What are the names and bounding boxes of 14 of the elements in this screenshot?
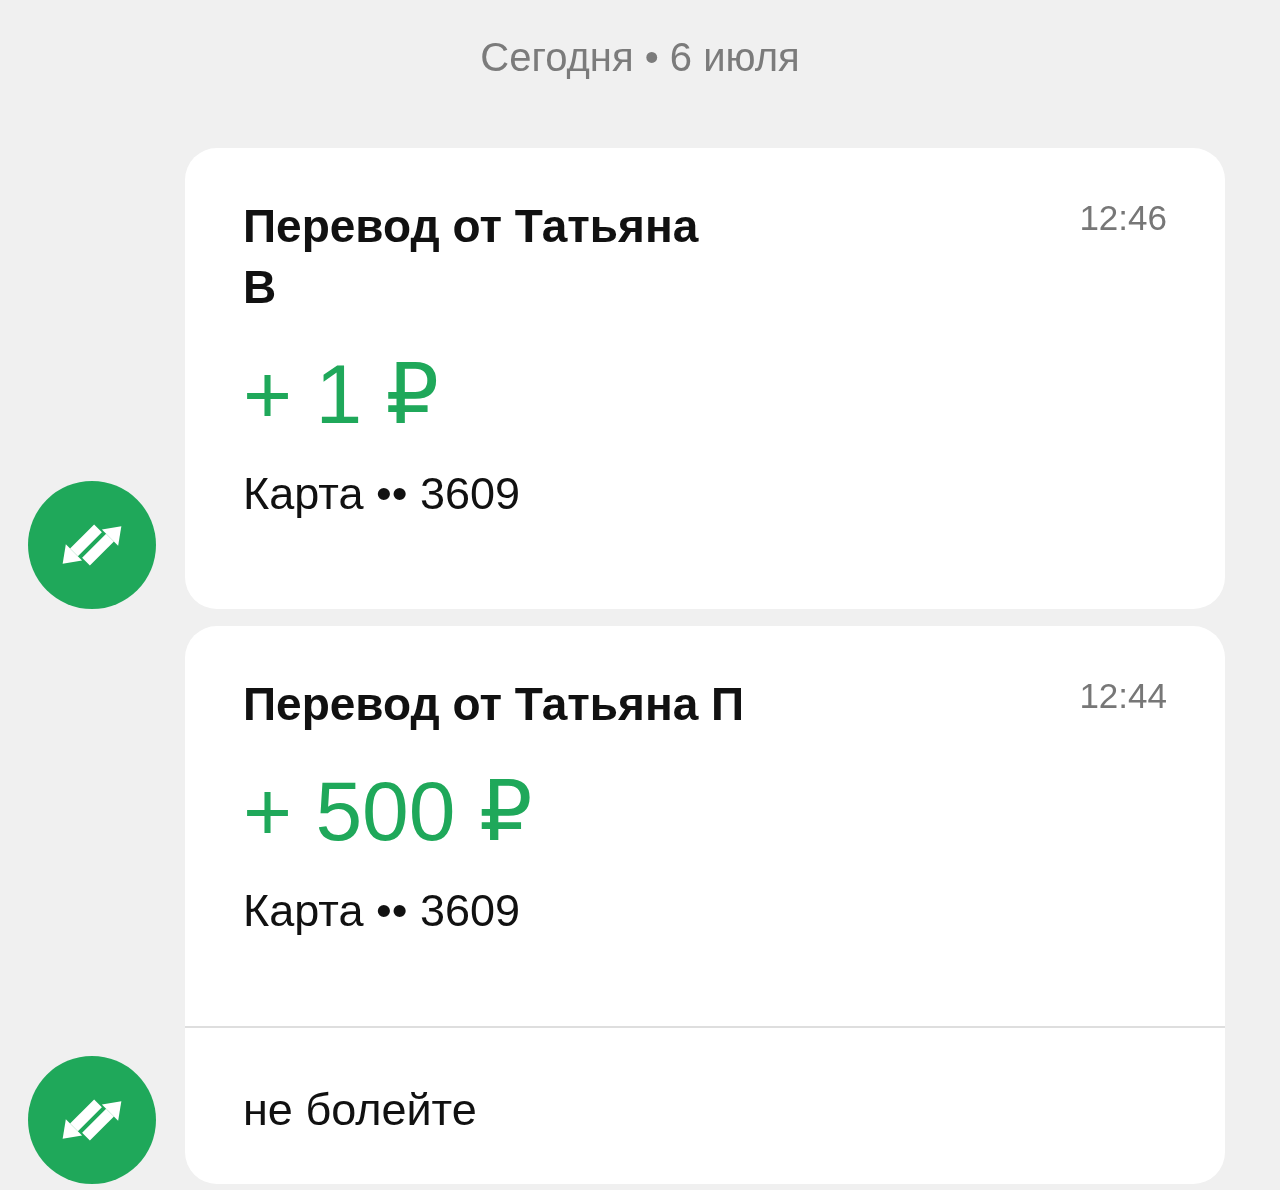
transfer-arrows-icon <box>28 1056 156 1184</box>
card-number: Карта •• 3609 <box>243 884 521 938</box>
transfer-title: Перевод от Татьяна В <box>243 199 699 315</box>
transfer-time: 12:44 <box>1079 675 1167 717</box>
transfer-card[interactable]: Перевод от Татьяна П 12:44 + 500 ₽ Карта •• 3609 не болейте <box>185 626 1225 1184</box>
transfer-title: Перевод от Татьяна П <box>243 677 745 732</box>
transfer-time: 12:46 <box>1079 197 1167 239</box>
transfer-arrows-icon <box>28 481 156 609</box>
transfer-card[interactable]: Перевод от Татьяна В 12:46 + 1 ₽ Карта •• 3609 <box>185 148 1225 609</box>
transfer-amount: + 500 ₽ <box>243 763 533 859</box>
date-header: Сегодня • 6 июля <box>480 34 800 81</box>
transfer-amount: + 1 ₽ <box>243 346 439 442</box>
card-number: Карта •• 3609 <box>243 467 521 521</box>
transfer-message: не болейте <box>243 1083 477 1137</box>
